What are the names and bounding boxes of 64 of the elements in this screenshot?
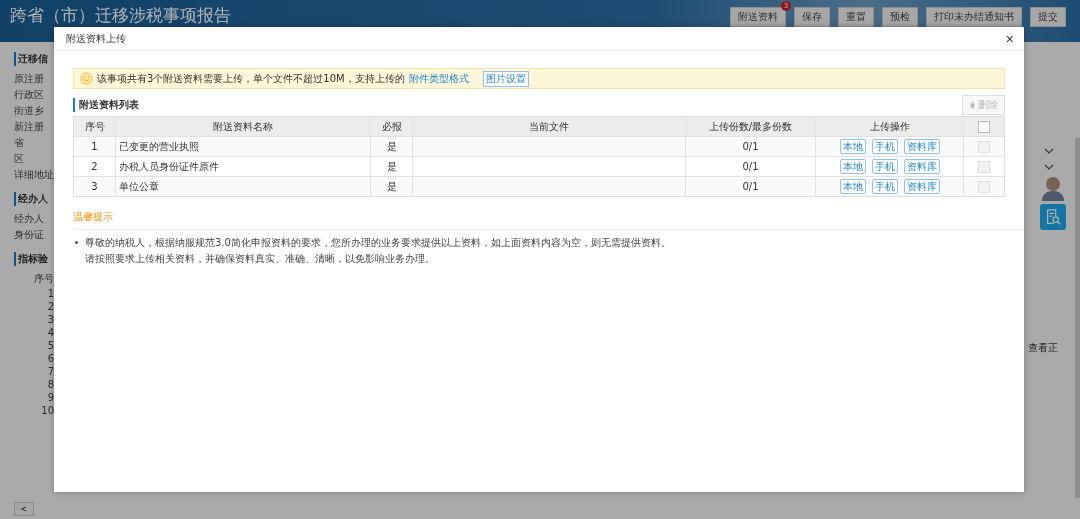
select-all-checkbox[interactable] — [978, 120, 990, 133]
field-label: 10 — [40, 405, 54, 416]
table-cell: 单位公章 — [116, 177, 371, 196]
field-label: 9 — [46, 392, 54, 403]
field-label: 详细地址 — [14, 168, 54, 182]
table-cell: 是 — [371, 157, 413, 176]
tip-text: 请按照要求上传相关资料，并确保资料真实、准确、清晰，以免影响业务办理。 — [85, 252, 436, 266]
field-label: 新注册 — [14, 120, 45, 134]
table-cell: 1 — [74, 137, 116, 156]
toolbar-button[interactable]: 重置 — [838, 7, 874, 27]
field-label: 7 — [46, 366, 54, 377]
table-cell: 0/1 — [686, 177, 816, 196]
field-label: 原注册 — [14, 72, 45, 86]
field-label: 3 — [46, 314, 54, 325]
field-label: 序号 — [33, 272, 54, 286]
table-cell: 是 — [371, 137, 413, 156]
field-label: 2 — [46, 301, 54, 312]
field-label: 1 — [46, 288, 54, 299]
table-cell: 办税人员身份证件原件 — [116, 157, 371, 176]
column-header: 上传份数/最多份数 — [686, 117, 816, 136]
view-link[interactable]: 查看正 — [1028, 341, 1058, 355]
column-header: 当前文件 — [413, 117, 686, 136]
field-label: 区 — [14, 152, 25, 166]
trash-icon — [969, 100, 976, 109]
table-cell: 是 — [371, 177, 413, 196]
table-cell: 0/1 — [686, 157, 816, 176]
notice-text: 该事项共有3个附送资料需要上传，单个文件不超过10M，支持上传的 — [97, 71, 405, 86]
field-label: 6 — [46, 353, 54, 364]
tips-title: 温馨提示 — [73, 210, 114, 224]
table-cell: 3 — [74, 177, 116, 196]
document-search-button[interactable] — [1040, 204, 1066, 230]
field-label: 省 — [14, 136, 25, 150]
field-label: 经办人 — [14, 212, 45, 226]
dialog-title: 附送资料上传 — [66, 31, 126, 46]
document-search-icon — [1044, 208, 1062, 226]
table-cell: 0/1 — [686, 137, 816, 156]
page-title: 跨省（市）迁移涉税事项报告 — [10, 4, 231, 27]
toolbar-button[interactable]: 预检 — [882, 7, 918, 27]
field-label: 街道乡 — [14, 104, 45, 118]
scrollbar[interactable] — [1075, 138, 1080, 498]
field-label: 身份证 — [14, 228, 45, 242]
table-cell: 已变更的营业执照 — [116, 137, 371, 156]
field-label: 5 — [46, 340, 54, 351]
field-label: 8 — [46, 379, 54, 390]
file-types-link[interactable]: 附件类型格式 — [408, 71, 469, 86]
previous-page-button[interactable]: < — [14, 502, 34, 516]
tip-text: 尊敬的纳税人，根据纳服规范3.0简化申报资料的要求，您所办理的业务要求提供以上资料，如上面资料内容为空，则无需提供资料。 — [85, 236, 671, 250]
column-header: 必报 — [371, 117, 413, 136]
avatar-icon[interactable] — [1040, 175, 1066, 201]
smiley-icon — [80, 72, 93, 85]
image-settings-button[interactable]: 图片设置 — [482, 70, 529, 87]
field-label: 行政区 — [14, 88, 45, 102]
column-header: 上传操作 — [816, 117, 964, 136]
toolbar-button[interactable]: 附送资料 — [730, 7, 786, 27]
toolbar-button[interactable]: 保存 — [794, 7, 830, 27]
field-label: 4 — [46, 327, 54, 338]
toolbar-button[interactable]: 提交 — [1030, 7, 1066, 27]
close-button[interactable]: × — [1003, 31, 1016, 46]
column-header: 附送资料名称 — [116, 117, 371, 136]
toolbar-button[interactable]: 打印未办结通知书 — [926, 7, 1022, 27]
list-title: 附送资料列表 — [73, 97, 139, 112]
table-cell: 2 — [74, 157, 116, 176]
column-header: 序号 — [74, 117, 116, 136]
bullet-icon — [75, 241, 78, 244]
